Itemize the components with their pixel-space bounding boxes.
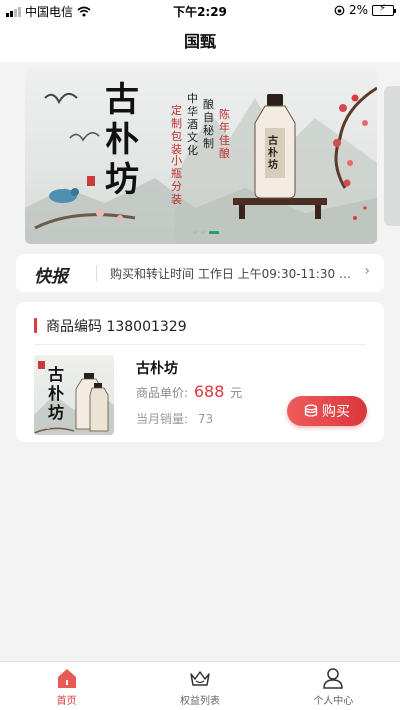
status-right: 2% ⚡ [334, 3, 396, 17]
banner-slogan-2: 中华酒文化 [187, 92, 198, 157]
carousel-dot[interactable] [193, 231, 197, 234]
news-text: 购买和转让时间 工作日 上午09:30-11:30 下午13:00-16:00 [110, 267, 360, 281]
product-thumbnail-text: 古朴坊 [48, 365, 65, 422]
user-icon [323, 668, 344, 689]
sales-value: 73 [197, 412, 214, 426]
home-icon [57, 669, 76, 688]
price-row: 商品单价: 688 元 [136, 382, 242, 401]
buy-button-label: 购买 [322, 404, 350, 420]
price-value: 688 [193, 382, 225, 401]
crown-basket-icon [190, 671, 210, 686]
tab-benefits-label: 权益列表 [179, 696, 220, 707]
news-divider [96, 265, 97, 281]
chevron-right-icon[interactable]: › [364, 263, 370, 279]
banner-slogan-5: 陈年佳酿 [219, 108, 230, 160]
product-thumbnail-art [34, 361, 114, 435]
price-label: 商品单价: [136, 386, 189, 400]
section-marker [34, 318, 37, 333]
banner-artwork [25, 86, 377, 244]
card-divider [34, 344, 366, 345]
sales-label: 当月销量: [136, 412, 189, 426]
banner-slide[interactable]: 古朴坊 定制包装 中华酒文化 小瓶分装 酿自秘制 陈年佳酿 古朴坊 [25, 68, 377, 244]
carousel-dot[interactable] [201, 231, 205, 234]
status-bar: 中国电信 下午2:29 2% ⚡ [0, 0, 400, 22]
tab-home[interactable]: 首页 [0, 662, 133, 710]
product-thumbnail[interactable]: 古朴坊 [34, 355, 114, 435]
orientation-lock-icon [334, 5, 345, 15]
carousel-indicator [193, 231, 219, 234]
banner-bottle-label: 古朴坊 [268, 136, 278, 171]
tab-profile[interactable]: 个人中心 [267, 662, 400, 710]
banner-carousel[interactable]: 古朴坊 定制包装 中华酒文化 小瓶分装 酿自秘制 陈年佳酿 古朴坊 [25, 68, 377, 244]
tab-profile-label: 个人中心 [313, 696, 354, 707]
tab-bar: 首页 权益列表 个人中心 [0, 661, 400, 710]
banner-slogan-3: 小瓶分装 [171, 154, 182, 206]
sales-row: 当月销量: 73 [136, 410, 213, 427]
next-banner-peek[interactable] [384, 86, 400, 226]
product-code: 商品编码 138001329 [46, 316, 187, 336]
carousel-dot-active[interactable] [209, 231, 219, 234]
page-title: 国甄 [0, 22, 400, 62]
banner-slogan-1: 定制包装 [171, 104, 182, 156]
product-name[interactable]: 古朴坊 [136, 358, 178, 378]
product-code-label: 商品编码 [46, 319, 102, 335]
price-unit: 元 [230, 386, 243, 400]
banner-brand-text: 古朴坊 [105, 80, 139, 200]
news-ticker[interactable]: 快报 购买和转让时间 工作日 上午09:30-11:30 下午13:00-16:… [16, 254, 384, 292]
banner-slogan-4: 酿自秘制 [203, 98, 214, 150]
tab-benefits[interactable]: 权益列表 [133, 662, 266, 710]
battery-percent: 2% [348, 3, 368, 17]
battery-icon: ⚡ [372, 3, 396, 16]
buy-button[interactable]: 购买 [287, 396, 367, 426]
tab-home-label: 首页 [56, 696, 77, 707]
product-card[interactable]: 商品编码 138001329 古朴坊 古朴坊 商品单价: 688 元 当月销量:… [16, 302, 384, 442]
news-title: 快报 [34, 267, 68, 287]
product-code-value: 138001329 [106, 319, 187, 335]
coins-icon [304, 404, 318, 417]
